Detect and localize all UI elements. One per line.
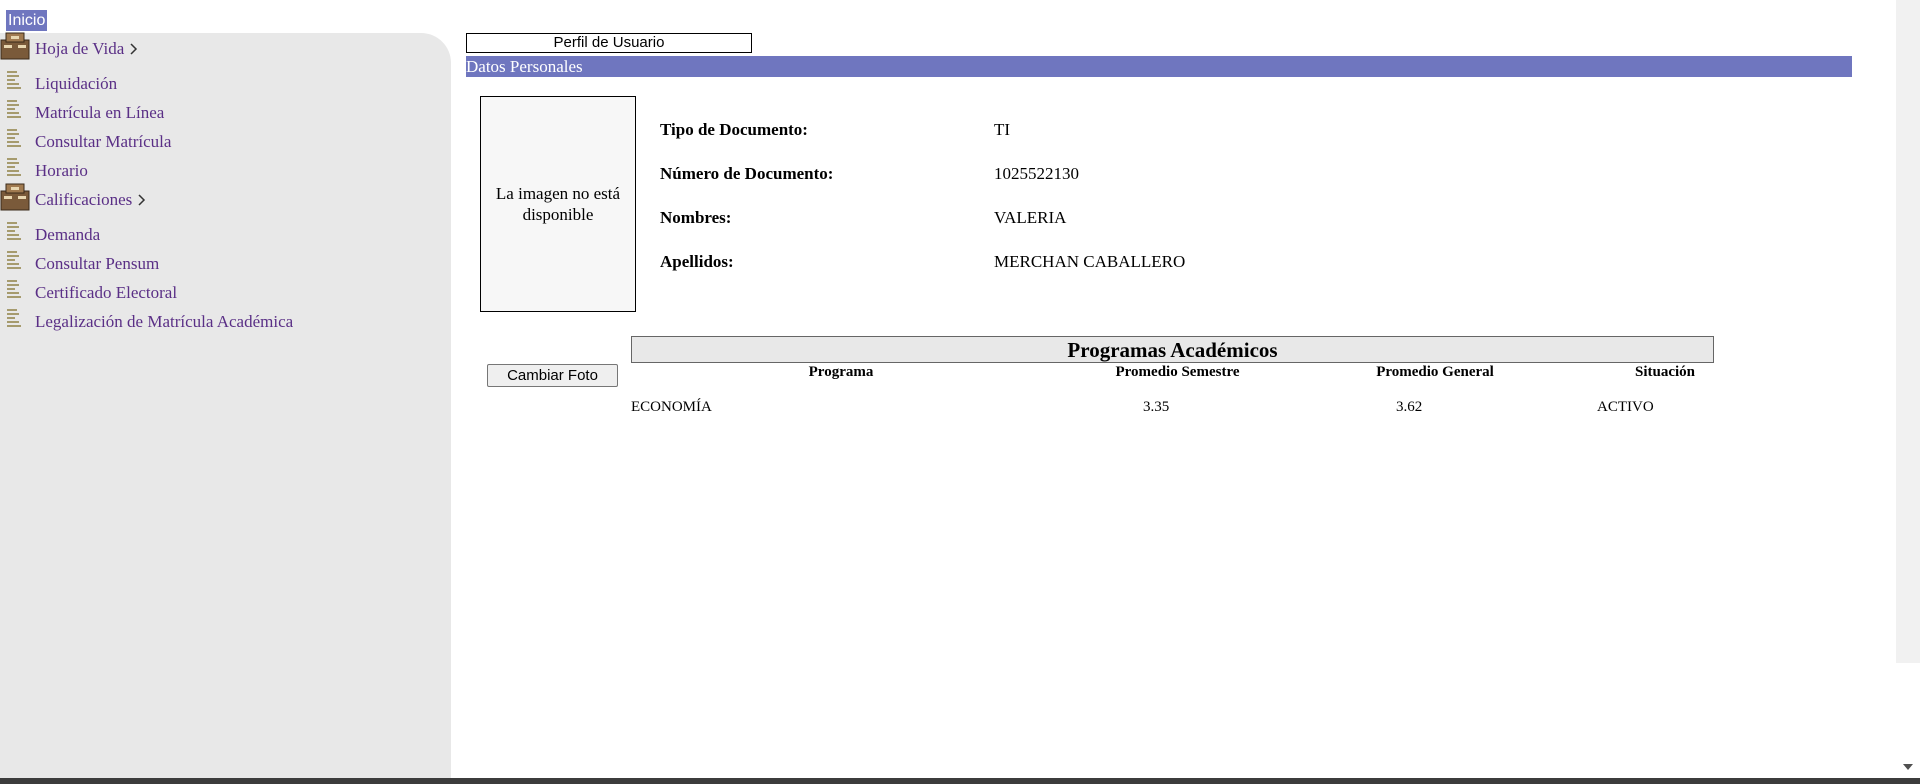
field-label-tipo-documento: Tipo de Documento:	[660, 120, 808, 139]
sidebar-item-label: Calificaciones	[35, 190, 133, 209]
sidebar-item-label: Liquidación	[35, 74, 118, 93]
document-lines-icon	[7, 100, 21, 118]
sidebar-item-label: Certificado Electoral	[35, 283, 178, 302]
box-folder-icon	[0, 32, 30, 60]
profile-header: Perfil de Usuario	[466, 33, 752, 53]
sidebar-item-label: Hoja de Vida	[35, 39, 125, 58]
sidebar-item-hoja-de-vida[interactable]: Hoja de Vida	[0, 32, 138, 63]
scrollbar-thumb[interactable]	[1896, 0, 1920, 663]
photo-placeholder: La imagen no está disponible	[480, 96, 636, 312]
document-lines-icon	[7, 309, 21, 327]
sidebar-item-horario[interactable]: Horario	[0, 158, 88, 181]
sidebar-item-demanda[interactable]: Demanda	[0, 222, 101, 245]
sidebar-item-label: Consultar Pensum	[35, 254, 160, 273]
window-bottom-edge	[0, 778, 1920, 784]
programs-title: Programas Académicos	[631, 336, 1714, 363]
sidebar-item-consultar-matricula[interactable]: Consultar Matrícula	[0, 129, 172, 152]
change-photo-button[interactable]: Cambiar Foto	[487, 364, 618, 387]
document-lines-icon	[7, 129, 21, 147]
cell-promedio-semestre: 3.35	[1143, 399, 1170, 415]
field-value-tipo-documento: TI	[994, 120, 1011, 139]
document-lines-icon	[7, 222, 21, 240]
box-folder-icon	[0, 183, 30, 211]
section-datos-personales: Datos Personales	[466, 56, 1852, 77]
chevron-right-icon	[138, 194, 146, 206]
document-lines-icon	[7, 280, 21, 298]
sidebar-item-label: Consultar Matrícula	[35, 132, 172, 151]
sidebar-item-label: Horario	[35, 161, 88, 180]
cell-promedio-general: 3.62	[1396, 399, 1423, 415]
sidebar-item-calificaciones[interactable]: Calificaciones	[0, 183, 146, 214]
field-value-numero-documento: 1025522130	[994, 164, 1079, 183]
field-label-nombres: Nombres:	[660, 208, 732, 227]
column-header-programa: Programa	[808, 364, 874, 380]
sidebar-item-legalizacion-matricula[interactable]: Legalización de Matrícula Académica	[0, 309, 294, 332]
document-lines-icon	[7, 158, 21, 176]
field-label-numero-documento: Número de Documento:	[660, 164, 834, 183]
cell-programa: ECONOMÍA	[631, 399, 712, 415]
document-lines-icon	[7, 251, 21, 269]
inicio-link[interactable]: Inicio	[6, 10, 48, 31]
column-header-promedio-general: Promedio General	[1376, 364, 1494, 380]
field-label-apellidos: Apellidos:	[660, 252, 734, 271]
sidebar-item-label: Demanda	[35, 225, 101, 244]
sidebar-item-matricula-en-linea[interactable]: Matrícula en Línea	[0, 100, 165, 123]
sidebar-item-label: Legalización de Matrícula Académica	[35, 312, 294, 331]
photo-placeholder-text: La imagen no está disponible	[495, 184, 621, 224]
column-header-promedio-semestre: Promedio Semestre	[1115, 364, 1240, 380]
column-header-situacion: Situación	[1634, 364, 1695, 380]
document-lines-icon	[7, 71, 21, 89]
sidebar-item-label: Matrícula en Línea	[35, 103, 165, 122]
field-value-apellidos: MERCHAN CABALLERO	[994, 252, 1186, 271]
field-value-nombres: VALERIA	[994, 208, 1067, 227]
sidebar-item-consultar-pensum[interactable]: Consultar Pensum	[0, 251, 160, 274]
scroll-down-arrow-icon[interactable]	[1901, 762, 1915, 772]
sidebar-item-liquidacion[interactable]: Liquidación	[0, 71, 118, 94]
chevron-right-icon	[130, 43, 138, 55]
cell-situacion: ACTIVO	[1597, 399, 1654, 415]
sidebar-item-certificado-electoral[interactable]: Certificado Electoral	[0, 280, 178, 303]
